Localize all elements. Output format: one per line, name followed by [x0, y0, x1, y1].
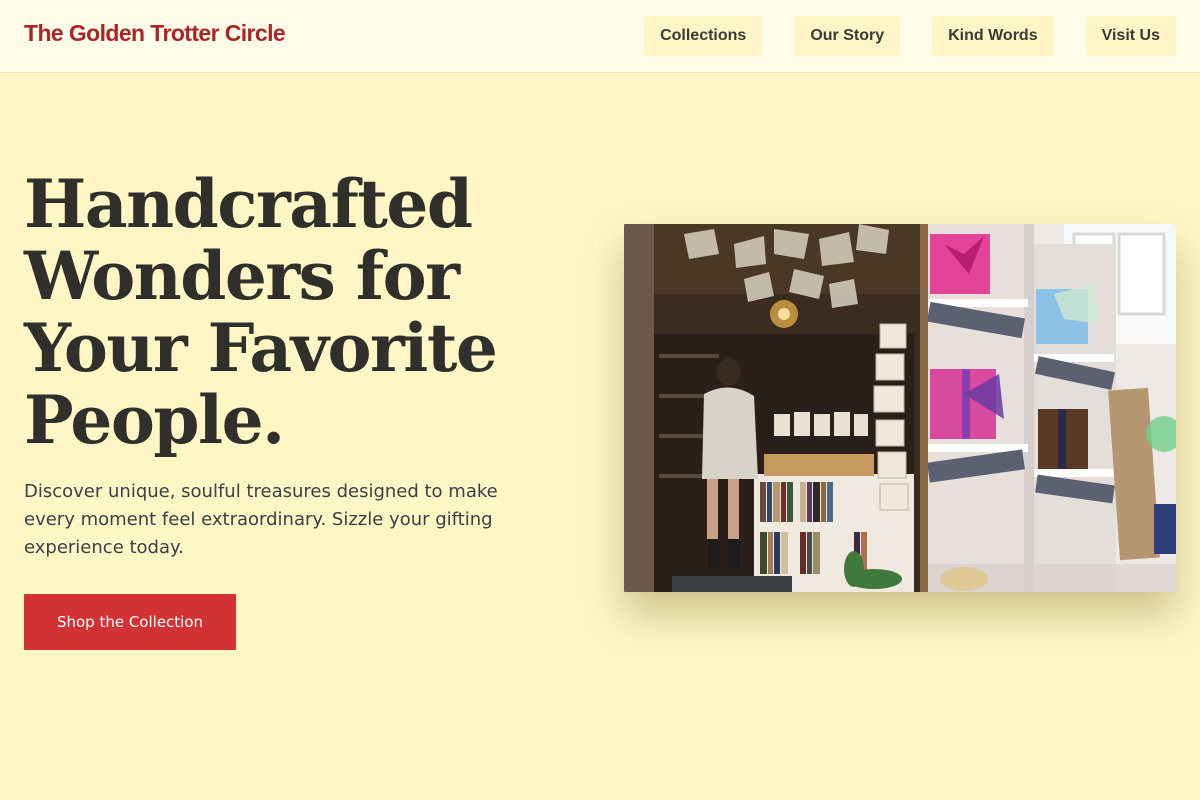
site-header: The Golden Trotter Circle Collections Ou…	[0, 0, 1200, 73]
hero-title-line: Your Favorite	[24, 309, 498, 387]
shop-collection-button[interactable]: Shop the Collection	[24, 594, 236, 650]
nav-kind-words[interactable]: Kind Words	[932, 16, 1054, 56]
hero-subtitle: Discover unique, soulful treasures desig…	[24, 481, 498, 558]
hero-title: Handcrafted Wonders for Your Favorite Pe…	[24, 168, 584, 456]
nav-collections[interactable]: Collections	[644, 16, 763, 56]
hero-title-line: People.	[24, 381, 285, 459]
hero-title-line: Handcrafted	[24, 165, 473, 243]
nav-our-story[interactable]: Our Story	[794, 16, 901, 56]
brand-logo[interactable]: The Golden Trotter Circle	[24, 20, 286, 47]
hero-title-line: Wonders for	[24, 237, 460, 315]
main-nav: Collections Our Story Kind Words Visit U…	[644, 16, 1176, 56]
gift-shop-photo	[624, 224, 1176, 592]
nav-visit-us[interactable]: Visit Us	[1085, 16, 1176, 56]
